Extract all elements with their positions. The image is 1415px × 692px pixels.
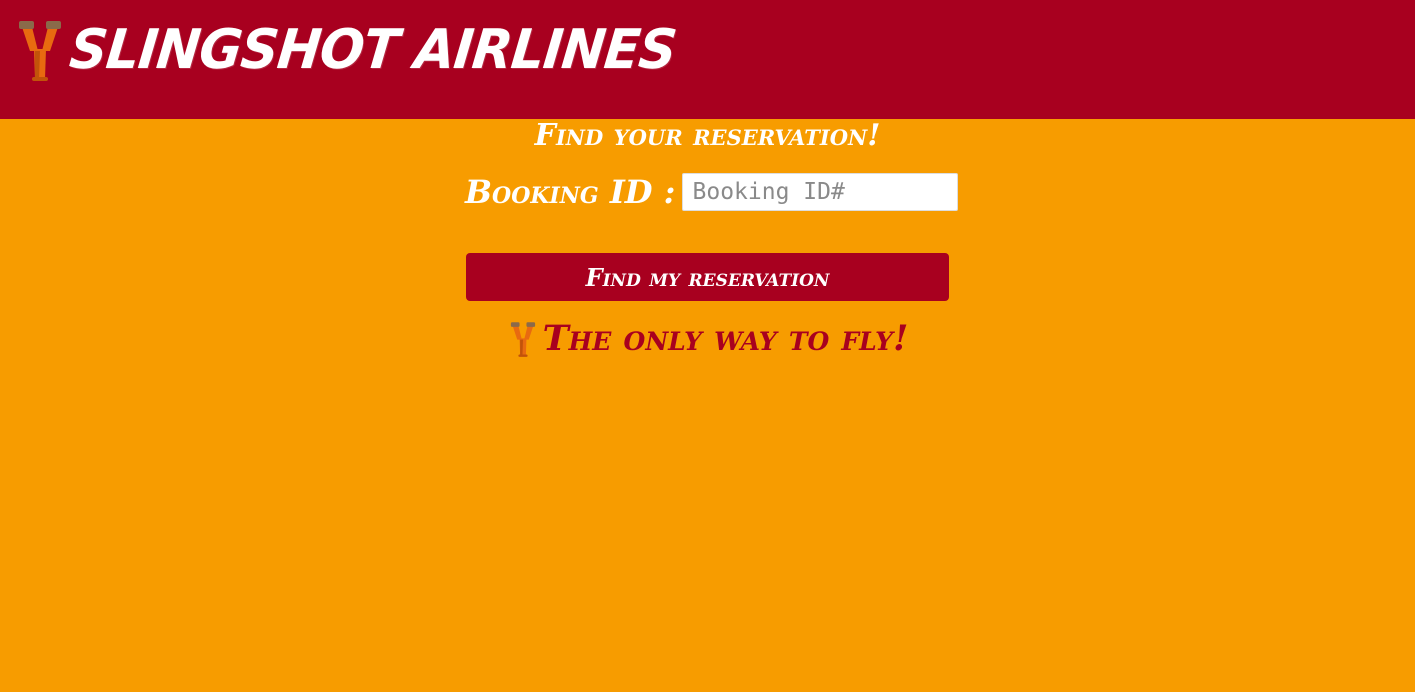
booking-id-input[interactable] [681, 173, 958, 211]
find-reservation-button[interactable]: Find my reservation [466, 253, 949, 301]
booking-id-label: Booking ID : [465, 173, 676, 211]
slingshot-icon [510, 322, 535, 357]
site-header: Slingshot Airlines [0, 0, 1415, 119]
page-title: Find your reservation! [534, 118, 881, 153]
main-content: Find your reservation! Booking ID : Find… [0, 119, 1415, 692]
tagline: The only way to fly! [0, 319, 1415, 359]
slingshot-icon [19, 21, 61, 81]
tagline-text: The only way to fly! [542, 318, 909, 359]
brand[interactable]: Slingshot Airlines [16, 14, 679, 86]
booking-form-row: Booking ID : [465, 173, 958, 211]
brand-name: Slingshot Airlines [66, 18, 679, 82]
